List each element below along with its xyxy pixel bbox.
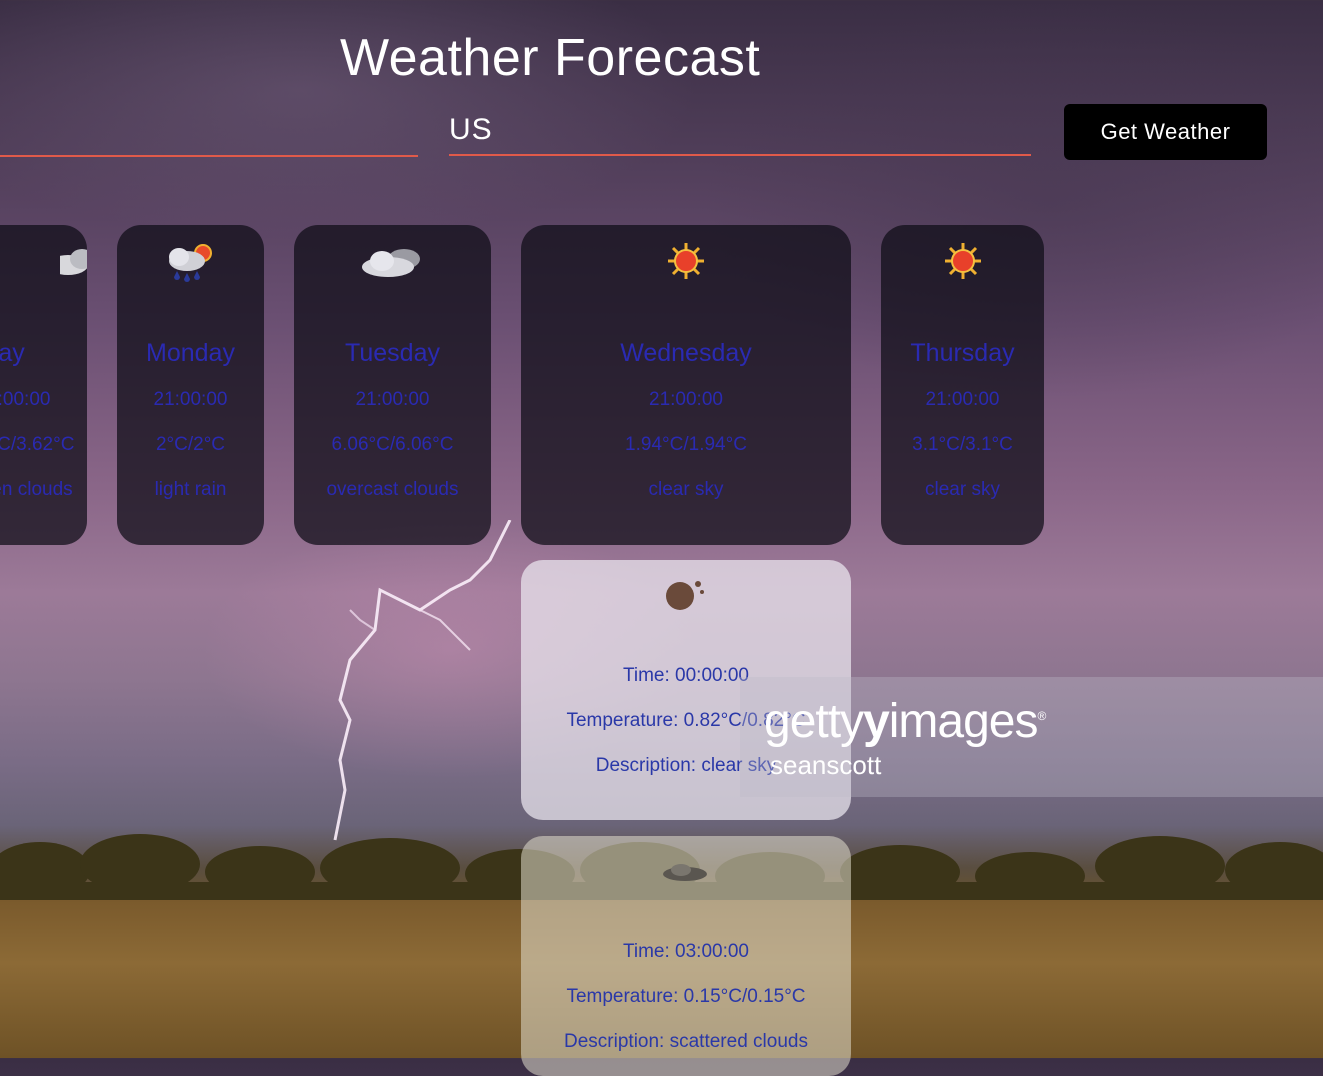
hourly-desc: Description: scattered clouds (564, 1031, 808, 1052)
rain-sun-icon (117, 239, 264, 289)
day-label: Thursday (910, 339, 1015, 367)
day-label: Wednesday (620, 339, 752, 367)
day-desc: overcast clouds (326, 479, 459, 500)
day-label: Tuesday (345, 339, 440, 367)
moon-icon (521, 576, 851, 616)
get-weather-button[interactable]: Get Weather (1064, 104, 1267, 160)
day-temp: 1.94°C/1.94°C (625, 434, 747, 455)
day-card[interactable]: Monday 21:00:00 2°C/2°C light rain (117, 225, 264, 545)
hourly-time: Time: 03:00:00 (622, 941, 750, 962)
sun-icon (881, 239, 1044, 289)
day-time: 21:00:00 (153, 389, 228, 410)
hourly-card[interactable]: Time: 03:00:00 Temperature: 0.15°C/0.15°… (521, 836, 851, 1076)
day-label: Sunday (0, 339, 25, 367)
day-time: 21:00:00 (355, 389, 430, 410)
day-card[interactable]: Wednesday 21:00:00 1.94°C/1.94°C clear s… (521, 225, 851, 545)
day-temp: 2°C/2°C (155, 434, 226, 455)
sun-icon (521, 239, 851, 289)
getty-logo: gettyyimages® (764, 695, 1046, 748)
hourly-temp: Temperature: 0.15°C/0.15°C (566, 986, 806, 1007)
day-desc: clear sky (925, 479, 1000, 500)
day-desc: light rain (154, 479, 227, 500)
day-time: 21:00:00 (925, 389, 1000, 410)
day-card[interactable]: Sunday 21:00:00 3.62°C/3.62°C broken clo… (0, 225, 87, 545)
cloudy-rain-icon (60, 239, 87, 289)
city-input-underline[interactable] (0, 155, 418, 157)
day-card[interactable]: Tuesday 21:00:00 6.06°C/6.06°C overcast … (294, 225, 491, 545)
day-card[interactable]: Thursday 21:00:00 3.1°C/3.1°C clear sky (881, 225, 1044, 545)
day-label: Monday (146, 339, 235, 367)
day-temp: 3.62°C/3.62°C (0, 434, 75, 455)
overcast-cloud-icon (294, 239, 491, 289)
country-input[interactable] (449, 106, 1031, 156)
scattered-clouds-icon (521, 852, 851, 892)
day-desc: broken clouds (0, 479, 73, 500)
page-title: Weather Forecast (340, 29, 761, 87)
day-time: 21:00:00 (649, 389, 723, 410)
day-time: 21:00:00 (0, 389, 51, 410)
photo-credit: seanscott (770, 750, 882, 780)
day-desc: clear sky (648, 479, 724, 500)
day-temp: 3.1°C/3.1°C (912, 434, 1013, 455)
day-temp: 6.06°C/6.06°C (331, 434, 454, 455)
lightning-bolt (333, 520, 512, 841)
